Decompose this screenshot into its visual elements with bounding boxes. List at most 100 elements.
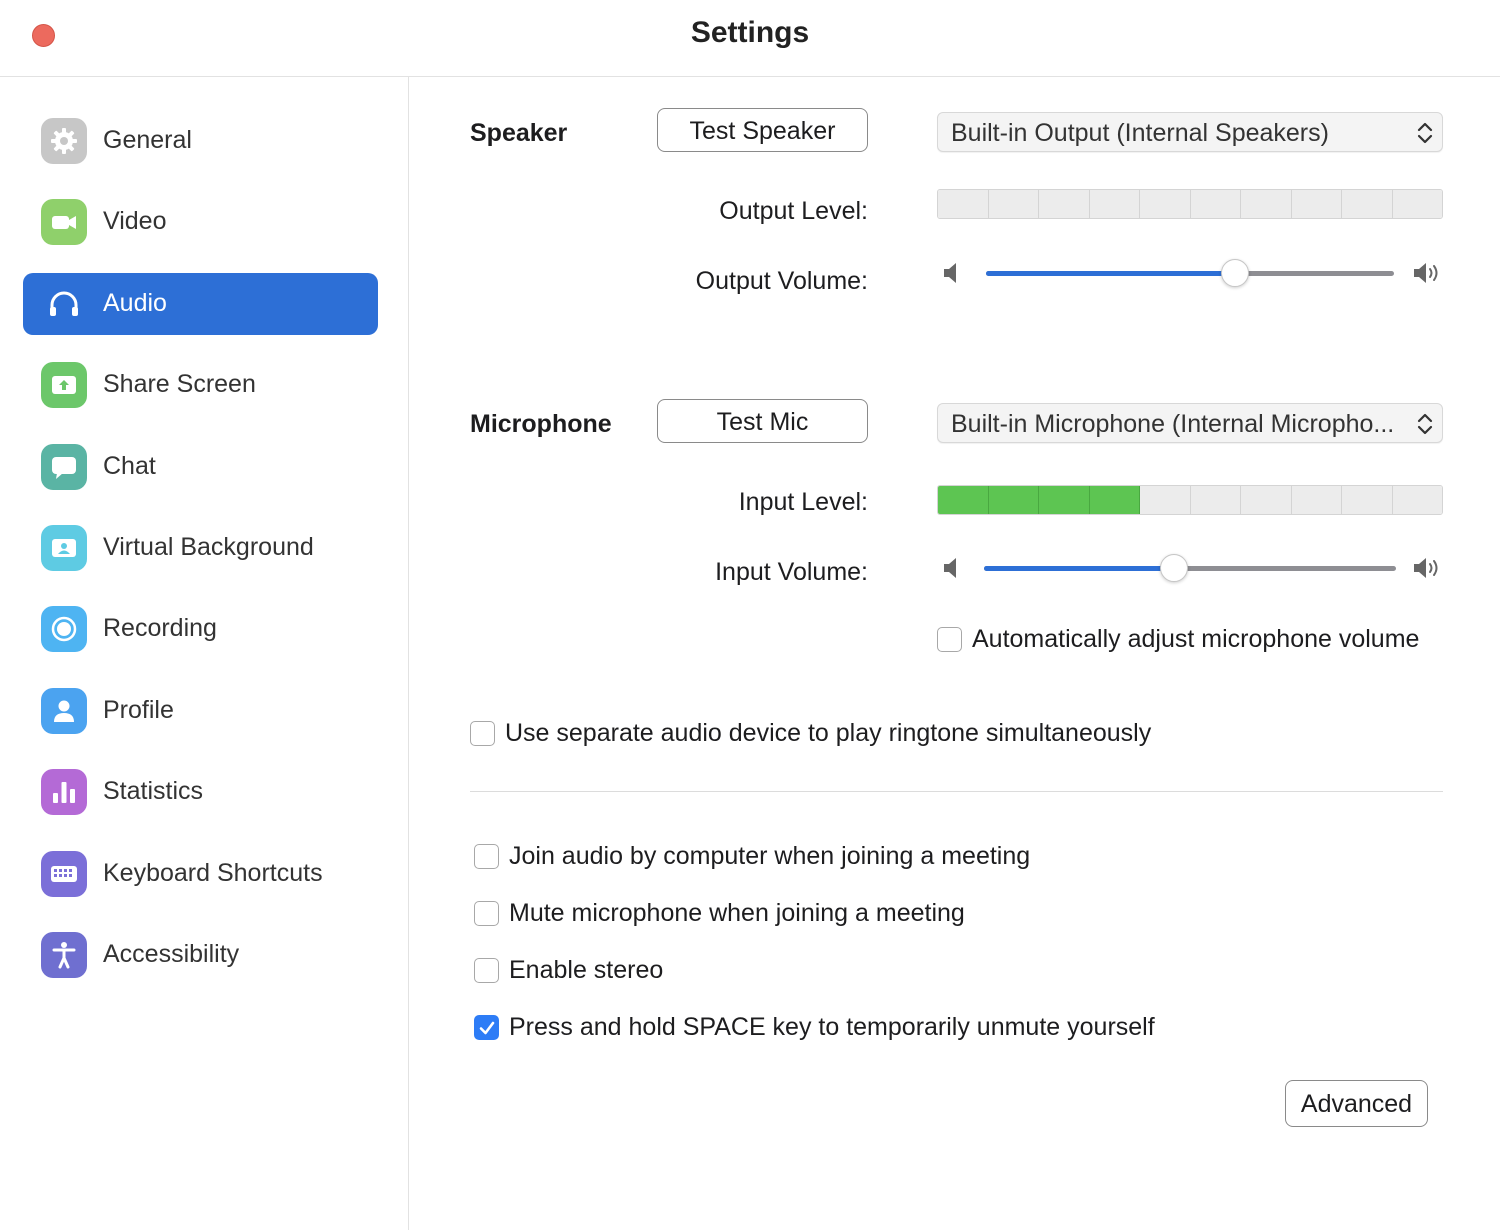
sidebar-item-label: Keyboard Shortcuts [103,858,323,887]
checkmark-icon [479,1021,494,1034]
audio-option-checkbox[interactable] [474,1015,499,1040]
audio-option-checkbox[interactable] [474,901,499,926]
sidebar-item-label: Audio [103,288,167,317]
speaker-device-select[interactable]: Built-in Output (Internal Speakers) [937,112,1443,152]
statistics-icon [41,769,87,816]
audio-option-label: Press and hold SPACE key to temporarily … [509,1013,1155,1041]
headphones-icon [41,281,87,327]
test-speaker-button[interactable]: Test Speaker [657,108,868,152]
settings-sidebar: General Video Audio Share Screen Chat Virtual… [0,77,409,1230]
sidebar-item-label: Share Screen [103,370,256,399]
audio-option-label: Mute microphone when joining a meeting [509,899,965,927]
microphone-device-value: Built-in Microphone (Internal Micropho..… [951,410,1395,438]
sidebar-item-label: Recording [103,614,217,643]
output-volume-label: Output Volume: [695,267,868,295]
window-title: Settings [690,16,810,49]
level-segment [1392,190,1442,218]
slider-thumb[interactable] [1220,259,1249,287]
sidebar-item-accessibility[interactable]: Accessibility [23,924,378,986]
updown-chevron-icon [1416,411,1434,442]
speaker-section-label: Speaker [470,119,568,147]
sidebar-item-keyboard-shortcuts[interactable]: Keyboard Shortcuts [23,843,378,905]
title-bar: Settings [0,0,1500,77]
level-segment [988,486,1039,514]
keyboard-icon [41,850,87,897]
advanced-button[interactable]: Advanced [1285,1080,1428,1127]
input-volume-slider[interactable] [984,554,1396,584]
input-volume-label: Input Volume: [715,558,868,586]
level-segment [1342,486,1393,514]
sidebar-item-audio[interactable]: Audio [23,272,378,335]
level-segment [1291,190,1342,218]
microphone-device-select[interactable]: Built-in Microphone (Internal Micropho..… [937,403,1443,443]
recording-icon [41,606,87,653]
audio-option-row[interactable]: Enable stereo [474,956,663,985]
level-segment [1039,190,1090,218]
sidebar-item-general[interactable]: General [23,110,378,172]
sidebar-item-video[interactable]: Video [23,191,378,253]
level-segment [1241,486,1292,514]
slider-fill [986,271,1235,276]
auto-adjust-mic-checkbox[interactable] [937,627,962,652]
sidebar-item-label: General [103,126,192,154]
level-segment [988,190,1039,218]
level-segment [938,190,989,218]
chat-bubble-icon [41,443,87,490]
video-camera-icon [41,199,87,246]
separate-ringtone-checkbox[interactable] [470,721,495,746]
sidebar-item-statistics[interactable]: Statistics [23,761,378,823]
sidebar-item-label: Accessibility [103,940,240,968]
output-volume-slider[interactable] [986,259,1394,289]
slider-thumb[interactable] [1159,554,1188,582]
input-level-label: Input Level: [738,488,868,516]
accessibility-icon [41,932,87,978]
level-segment [1190,486,1241,514]
virtual-background-icon [41,525,87,571]
sidebar-item-profile[interactable]: Profile [23,680,378,742]
audio-option-row[interactable]: Mute microphone when joining a meeting [474,899,965,928]
volume-high-icon [1412,261,1444,290]
sidebar-item-label: Video [103,207,167,236]
level-segment [1089,486,1140,514]
profile-icon [41,687,87,734]
share-screen-icon [41,362,87,409]
output-level-meter [937,189,1443,219]
input-level-meter [937,485,1443,515]
level-segment [938,486,989,514]
sidebar-item-label: Statistics [103,777,204,806]
sidebar-item-label: Chat [103,451,156,480]
volume-low-icon [942,556,962,585]
section-divider [470,791,1443,792]
speaker-device-value: Built-in Output (Internal Speakers) [951,119,1329,147]
updown-chevron-icon [1416,120,1434,151]
sidebar-item-share-screen[interactable]: Share Screen [23,354,378,416]
sidebar-item-label: Profile [103,695,174,724]
level-segment [1089,190,1140,218]
separate-ringtone-label: Use separate audio device to play ringto… [505,719,1152,747]
sidebar-item-chat[interactable]: Chat [23,436,378,498]
volume-high-icon [1412,556,1444,585]
audio-settings-panel: Speaker Test Speaker Built-in Output (In… [409,77,1500,1230]
microphone-section-label: Microphone [470,410,612,438]
level-segment [1392,486,1442,514]
sidebar-item-recording[interactable]: Recording [23,598,378,660]
level-segment [1241,190,1292,218]
audio-option-row[interactable]: Press and hold SPACE key to temporarily … [474,1013,1155,1042]
test-mic-button[interactable]: Test Mic [657,399,868,443]
audio-option-row[interactable]: Join audio by computer when joining a me… [474,842,1030,871]
level-segment [1039,486,1090,514]
separate-ringtone-row[interactable]: Use separate audio device to play ringto… [470,719,1151,748]
sidebar-item-virtual-background[interactable]: Virtual Background [23,517,378,579]
audio-option-label: Join audio by computer when joining a me… [509,842,1031,870]
level-segment [1291,486,1342,514]
volume-low-icon [942,261,962,290]
audio-option-checkbox[interactable] [474,844,499,869]
auto-adjust-mic-label: Automatically adjust microphone volume [972,625,1420,653]
slider-fill [984,566,1174,571]
audio-option-checkbox[interactable] [474,958,499,983]
level-segment [1140,486,1191,514]
level-segment [1190,190,1241,218]
auto-adjust-mic-row[interactable]: Automatically adjust microphone volume [937,625,1419,654]
gear-icon [41,118,87,164]
level-segment [1140,190,1191,218]
